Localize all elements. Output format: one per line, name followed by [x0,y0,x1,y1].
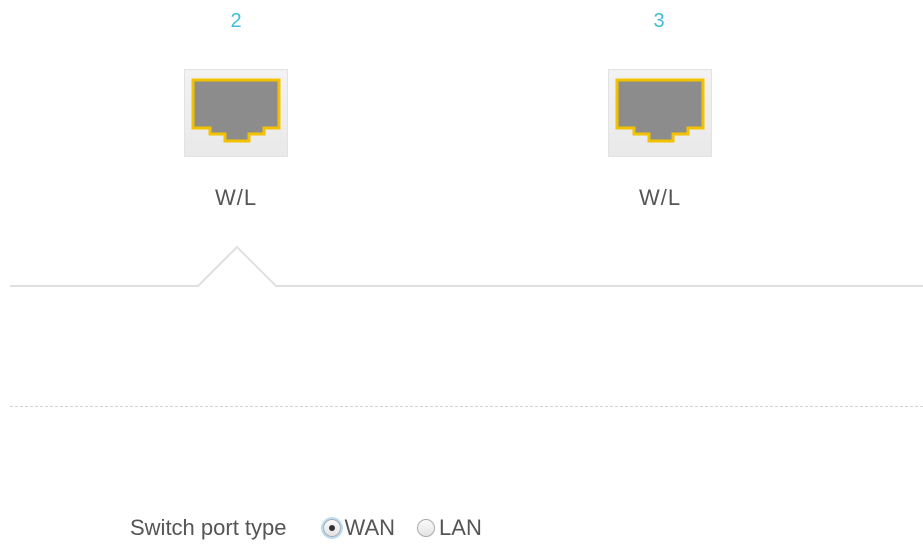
wan-radio-label[interactable]: WAN [345,515,396,541]
ethernet-port-icon[interactable] [608,69,712,157]
port-3-label: W/L [638,185,682,210]
port-3-number: 3 [653,10,665,32]
ethernet-port-icon[interactable] [184,69,288,157]
switch-port-type-row: Switch port type WAN LAN [130,510,504,546]
selected-port-pointer-divider [10,245,923,287]
switch-port-type-label: Switch port type [130,515,287,540]
lan-radio-button[interactable] [417,519,436,537]
lan-radio-option[interactable]: LAN [417,515,482,541]
wan-radio-option[interactable]: WAN [322,515,396,541]
port-2-number: 2 [230,10,242,32]
wan-radio-button[interactable] [322,519,341,537]
lan-radio-label[interactable]: LAN [439,515,482,541]
port-2-label: W/L [214,185,258,210]
section-separator [10,406,923,407]
